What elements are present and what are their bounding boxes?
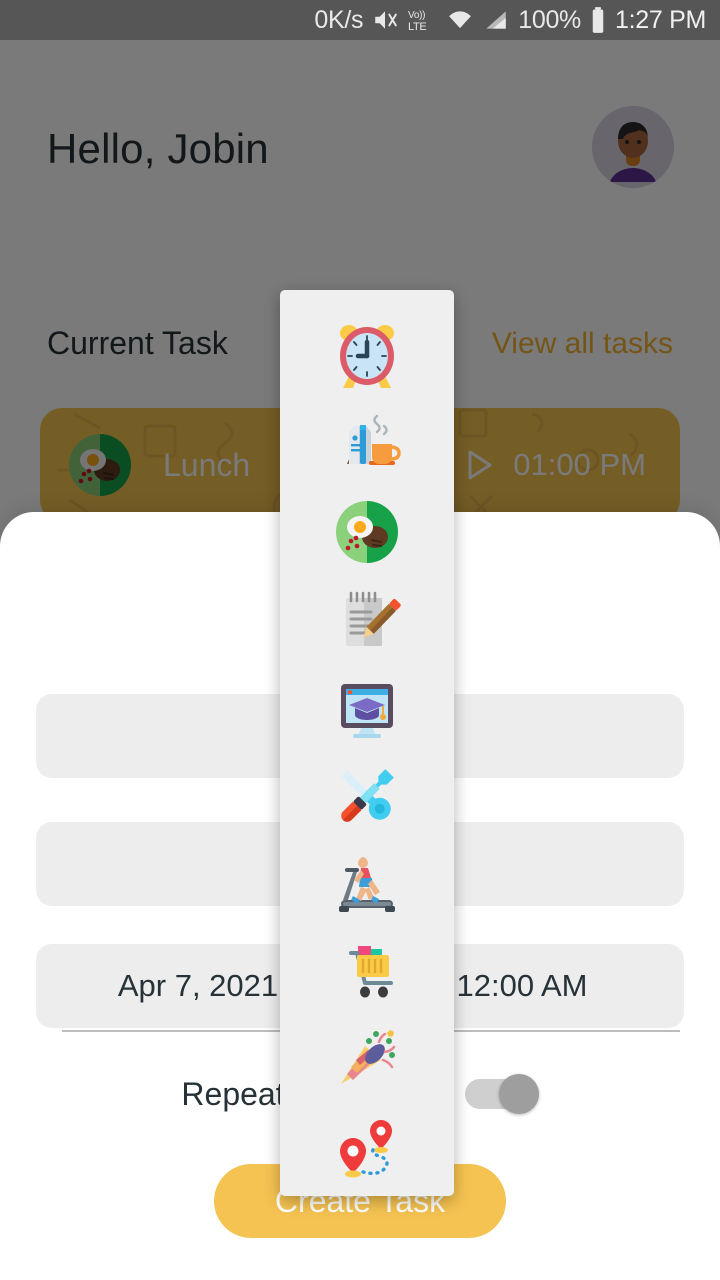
icon-option-meal[interactable] [280,488,454,576]
svg-text:LTE: LTE [408,21,426,33]
app-screen: 0K/s Vo)) LTE 100% 1:27 PM Apr 7, 2021 1… [0,0,720,1280]
notepad-pencil-icon [346,591,401,646]
battery-full-icon [590,6,606,34]
status-bar: 0K/s Vo)) LTE 100% 1:27 PM [0,0,720,40]
clock-label: 1:27 PM [614,5,706,34]
shopping-cart-icon [349,946,393,998]
wifi-icon [446,7,474,33]
repeat-toggle-switch[interactable] [464,1074,539,1114]
icon-option-exercise[interactable] [280,840,454,928]
network-speed-label: 0K/s [314,5,364,34]
repeat-label: Repeat [181,1075,285,1112]
treadmill-icon [339,857,395,912]
alarm-clock-icon [340,325,394,388]
icon-option-notes[interactable] [280,576,454,664]
date-value-label: Apr 7, 2021 [117,968,279,1003]
icon-picker-dropdown[interactable] [280,290,454,1196]
icon-option-tools[interactable] [280,752,454,840]
icon-option-party[interactable] [280,1016,454,1104]
tools-icon [341,769,394,822]
time-value-label: 12:00 AM [456,968,588,1003]
online-study-icon [341,684,393,738]
volte-lte-icon: Vo)) LTE [407,7,437,33]
party-popper-icon [341,1030,396,1084]
travel-route-icon [340,1120,392,1178]
icon-option-breakfast[interactable] [280,400,454,488]
icon-option-study[interactable] [280,664,454,752]
icon-option-travel[interactable] [280,1104,454,1192]
icon-option-alarm-clock[interactable] [280,312,454,400]
breakfast-icon [347,414,401,465]
icon-option-shopping[interactable] [280,928,454,1016]
battery-percent-label: 100% [518,5,581,34]
food-plate-icon [336,501,398,563]
icon-picker-list [280,290,454,1192]
cellular-signal-icon [483,7,509,33]
svg-text:Vo)): Vo)) [408,10,425,21]
toggle-knob [498,1074,539,1114]
mute-icon [372,7,398,33]
